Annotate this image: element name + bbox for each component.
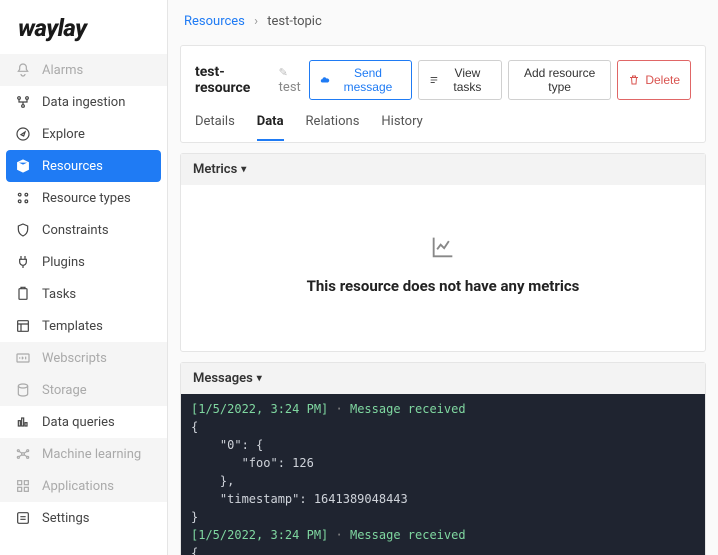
sidebar-item-data-ingestion[interactable]: Data ingestion	[0, 86, 167, 118]
http-icon	[14, 349, 32, 367]
nav: Alarms Data ingestion Explore Resources Reso…	[0, 54, 167, 555]
messages-console: [1/5/2022, 3:24 PM] · Message received {…	[181, 394, 705, 555]
resource-tag[interactable]: test	[279, 65, 309, 95]
sidebar-item-storage[interactable]: Storage	[0, 374, 167, 406]
sidebar-item-alarms[interactable]: Alarms	[0, 54, 167, 86]
resource-name: test-resource	[195, 64, 271, 96]
sidebar-item-applications[interactable]: Applications	[0, 470, 167, 502]
bell-icon	[14, 61, 32, 79]
settings-icon	[14, 509, 32, 527]
sidebar-item-plugins[interactable]: Plugins	[0, 246, 167, 278]
sidebar-item-templates[interactable]: Templates	[0, 310, 167, 342]
sidebar-item-resources[interactable]: Resources	[6, 150, 161, 182]
sidebar-item-machine-learning[interactable]: Machine learning	[0, 438, 167, 470]
tab-data[interactable]: Data	[257, 114, 284, 141]
clipboard-icon	[14, 285, 32, 303]
title-group: test-resource test	[195, 64, 309, 96]
messages-title: Messages	[193, 371, 253, 386]
send-message-button[interactable]: Send message	[309, 60, 412, 100]
main: Resources › test-topic test-resource tes…	[168, 0, 718, 555]
sidebar-item-label: Resources	[42, 159, 103, 174]
logo: waylay	[0, 0, 167, 54]
metrics-header[interactable]: Metrics ▾	[181, 154, 705, 185]
breadcrumb-current: test-topic	[267, 14, 322, 29]
tabs: Details Data Relations History	[195, 114, 691, 142]
chart-icon	[429, 233, 457, 261]
chevron-right-icon: ›	[254, 14, 258, 29]
query-icon	[14, 413, 32, 431]
breadcrumb-root[interactable]: Resources	[184, 14, 245, 29]
types-icon	[14, 189, 32, 207]
chevron-down-icon: ▾	[241, 164, 246, 175]
sidebar-item-explore[interactable]: Explore	[0, 118, 167, 150]
sidebar-item-label: Tasks	[42, 287, 76, 302]
sidebar-item-label: Plugins	[42, 255, 85, 270]
template-icon	[14, 317, 32, 335]
sidebar-item-label: Data queries	[42, 415, 115, 430]
sidebar-item-label: Settings	[42, 511, 89, 526]
sidebar-item-resource-types[interactable]: Resource types	[0, 182, 167, 214]
sidebar-item-data-queries[interactable]: Data queries	[0, 406, 167, 438]
shield-icon	[14, 221, 32, 239]
chevron-down-icon: ▾	[257, 373, 262, 384]
breadcrumb: Resources › test-topic	[168, 0, 718, 37]
list-icon	[429, 74, 439, 86]
sidebar-item-label: Data ingestion	[42, 95, 125, 110]
tab-details[interactable]: Details	[195, 114, 235, 141]
sidebar-item-label: Storage	[42, 383, 87, 398]
messages-panel: Messages ▾ [1/5/2022, 3:24 PM] · Message…	[180, 362, 706, 555]
cloud-icon	[320, 74, 330, 86]
resource-card: test-resource test Send message View tas…	[180, 45, 706, 143]
sidebar-item-settings[interactable]: Settings	[0, 502, 167, 534]
trash-icon	[628, 74, 640, 86]
sidebar-item-label: Applications	[42, 479, 114, 494]
tab-history[interactable]: History	[381, 114, 422, 141]
sidebar-item-constraints[interactable]: Constraints	[0, 214, 167, 246]
add-resource-type-button[interactable]: Add resource type	[508, 60, 611, 100]
compass-icon	[14, 125, 32, 143]
plug-icon	[14, 253, 32, 271]
sidebar-item-tasks[interactable]: Tasks	[0, 278, 167, 310]
sidebar-item-label: Machine learning	[42, 447, 141, 462]
tab-relations[interactable]: Relations	[306, 114, 360, 141]
view-label: View tasks	[444, 66, 491, 94]
storage-icon	[14, 381, 32, 399]
delete-button[interactable]: Delete	[617, 60, 691, 100]
sidebar-item-webscripts[interactable]: Webscripts	[0, 342, 167, 374]
apps-icon	[14, 477, 32, 495]
metrics-empty-text: This resource does not have any metrics	[181, 277, 705, 295]
action-buttons: Send message View tasks Add resource typ…	[309, 60, 691, 100]
sidebar-item-label: Webscripts	[42, 351, 107, 366]
delete-label: Delete	[645, 73, 680, 87]
sidebar-item-label: Explore	[42, 127, 85, 142]
view-tasks-button[interactable]: View tasks	[418, 60, 502, 100]
sidebar-item-label: Templates	[42, 319, 103, 334]
card-header: test-resource test Send message View tas…	[195, 60, 691, 100]
messages-header[interactable]: Messages ▾	[181, 363, 705, 394]
sidebar: waylay Alarms Data ingestion Explore Resour…	[0, 0, 168, 555]
add-label: Add resource type	[519, 66, 600, 94]
sidebar-item-label: Resource types	[42, 191, 131, 206]
metrics-empty: This resource does not have any metrics	[181, 185, 705, 351]
sidebar-item-label: Alarms	[42, 63, 83, 78]
metrics-title: Metrics	[193, 162, 237, 177]
sidebar-item-label: Constraints	[42, 223, 109, 238]
metrics-panel: Metrics ▾ This resource does not have an…	[180, 153, 706, 352]
cube-icon	[14, 157, 32, 175]
ml-icon	[14, 445, 32, 463]
send-label: Send message	[335, 66, 401, 94]
flow-icon	[14, 93, 32, 111]
